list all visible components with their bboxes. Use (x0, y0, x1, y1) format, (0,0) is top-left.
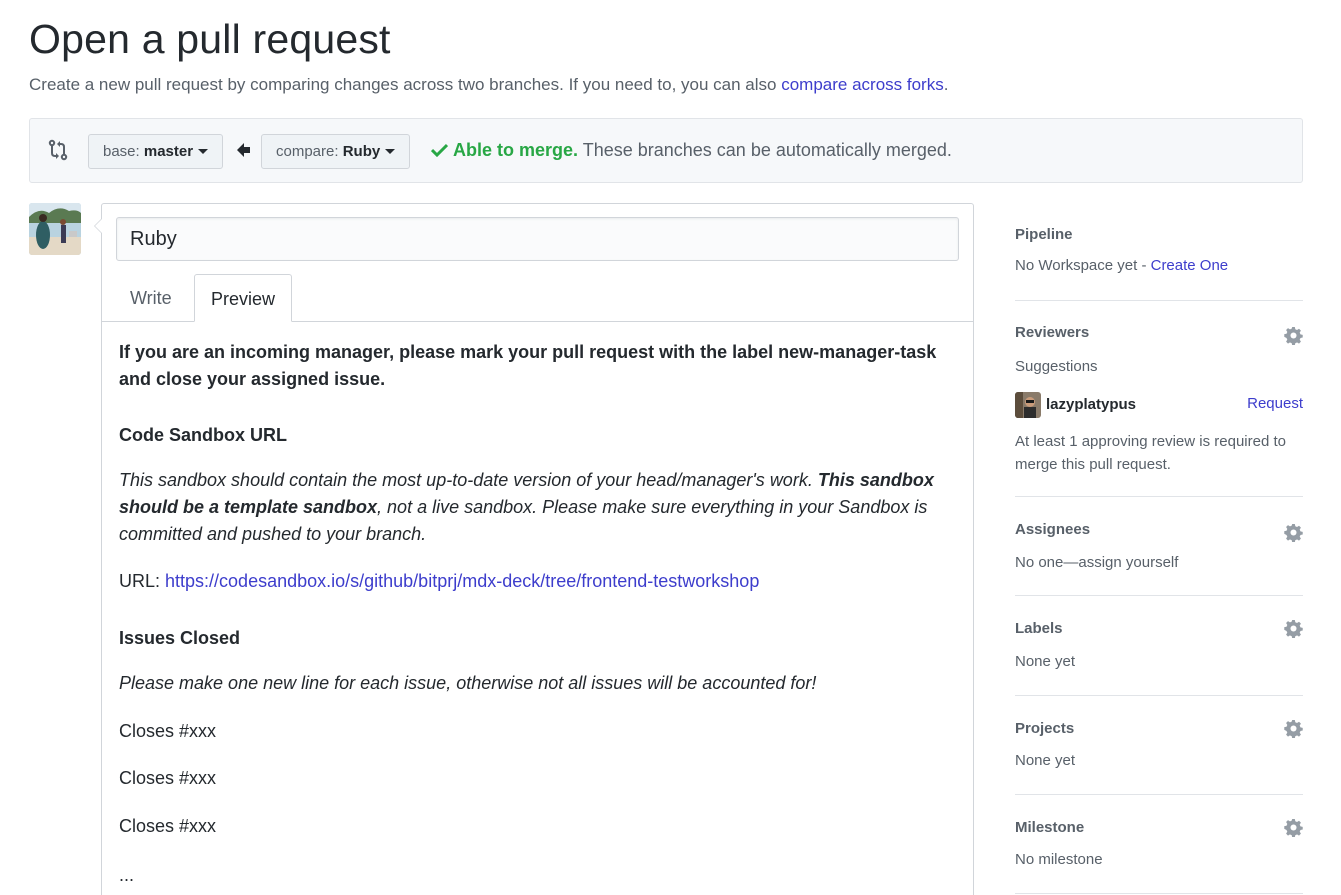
arrow-left-icon (237, 143, 251, 162)
labels-heading: Labels (1015, 620, 1063, 637)
milestone-heading: Milestone (1015, 819, 1085, 836)
sandbox-heading: Code Sandbox URL (119, 425, 288, 445)
request-review-link[interactable]: Request (1247, 395, 1303, 412)
labels-gear-icon[interactable] (1284, 619, 1303, 643)
tab-preview[interactable]: Preview (194, 274, 292, 322)
pipeline-text: No Workspace yet - Create One (1015, 257, 1303, 274)
divider (1015, 695, 1303, 696)
sandbox-description: This sandbox should contain the most up-… (119, 467, 959, 548)
pr-title-input[interactable] (116, 217, 959, 261)
create-workspace-link[interactable]: Create One (1151, 257, 1229, 274)
closes-line: Closes #xxx (119, 721, 217, 741)
base-branch-name: master (143, 143, 194, 160)
closes-line: Closes #xxx (119, 816, 217, 836)
page-subtitle: Create a new pull request by comparing c… (29, 75, 948, 95)
base-prefix: base: (103, 143, 144, 160)
pipeline-section: Pipeline No Workspace yet - Create One (1015, 226, 1303, 274)
check-icon (430, 140, 453, 160)
subtitle-end: . (943, 75, 949, 94)
range-editor: base: master compare: Ruby Able to merge… (29, 118, 1303, 183)
tab-write[interactable]: Write (114, 274, 188, 322)
divider (1015, 300, 1303, 301)
reviewers-heading: Reviewers (1015, 324, 1090, 341)
projects-section: Projects None yet (1015, 720, 1303, 769)
compare-across-forks-link[interactable]: compare across forks (781, 75, 944, 94)
page: Open a pull request Create a new pull re… (0, 0, 1341, 895)
pipeline-heading: Pipeline (1015, 226, 1073, 243)
projects-heading: Projects (1015, 720, 1075, 737)
milestone-text: No milestone (1015, 851, 1103, 868)
compare-branch-select[interactable]: compare: Ruby (261, 134, 411, 169)
issues-note: Please make one new line for each issue,… (119, 673, 817, 693)
projects-text: None yet (1015, 752, 1076, 769)
merge-ok-text: Able to merge. (453, 140, 579, 160)
url-line: URL: https://codesandbox.io/s/github/bit… (119, 568, 759, 595)
pipeline-empty-text: No Workspace yet - (1015, 257, 1151, 274)
compare-branch-name: Ruby (342, 143, 381, 160)
reviewers-section: Reviewers (1015, 324, 1303, 341)
divider (1015, 794, 1303, 795)
labels-section: Labels None yet (1015, 620, 1303, 670)
merge-status: Able to merge. These branches can be aut… (430, 140, 952, 161)
labels-text: None yet (1015, 653, 1076, 670)
closes-line: Closes #xxx (119, 768, 217, 788)
assignees-text[interactable]: No one—assign yourself (1015, 554, 1303, 571)
assignees-gear-icon[interactable] (1284, 523, 1303, 547)
avatar (1015, 392, 1041, 418)
divider (1015, 893, 1303, 894)
avatar[interactable] (29, 203, 81, 255)
ellipsis-line: ... (119, 865, 135, 885)
pr-form: Write Preview If you are an incoming man… (94, 203, 974, 895)
url-label: URL: (119, 571, 166, 591)
merge-detail-text: These branches can be automatically merg… (578, 140, 952, 160)
caret-down-icon (385, 148, 396, 154)
sandbox-text-1: This sandbox should contain the most up-… (119, 470, 818, 490)
reviewers-gear-icon[interactable] (1284, 326, 1303, 350)
intro-text: If you are an incoming manager, please m… (119, 342, 937, 389)
assignees-section: Assignees No one—assign yourself (1015, 521, 1303, 571)
issues-heading: Issues Closed (119, 628, 241, 648)
projects-gear-icon[interactable] (1284, 719, 1303, 743)
subtitle-text: Create a new pull request by comparing c… (29, 75, 782, 94)
reviewer-username[interactable]: lazyplatypus (1046, 396, 1136, 413)
caret-down-icon (198, 148, 209, 154)
review-requirement-note: At least 1 approving review is required … (1015, 433, 1286, 473)
page-title: Open a pull request (29, 16, 391, 62)
milestone-gear-icon[interactable] (1284, 818, 1303, 842)
sandbox-url-link[interactable]: https://codesandbox.io/s/github/bitprj/m… (165, 571, 759, 591)
base-branch-select[interactable]: base: master (88, 134, 224, 169)
git-compare-icon (48, 139, 68, 166)
assignees-heading: Assignees (1015, 521, 1091, 538)
suggested-reviewer: lazyplatypus Request (1015, 392, 1303, 418)
divider (1015, 496, 1303, 497)
milestone-section: Milestone No milestone (1015, 819, 1303, 868)
divider (1015, 595, 1303, 596)
compare-prefix: compare: (276, 143, 343, 160)
suggestions-label: Suggestions (1015, 358, 1098, 375)
